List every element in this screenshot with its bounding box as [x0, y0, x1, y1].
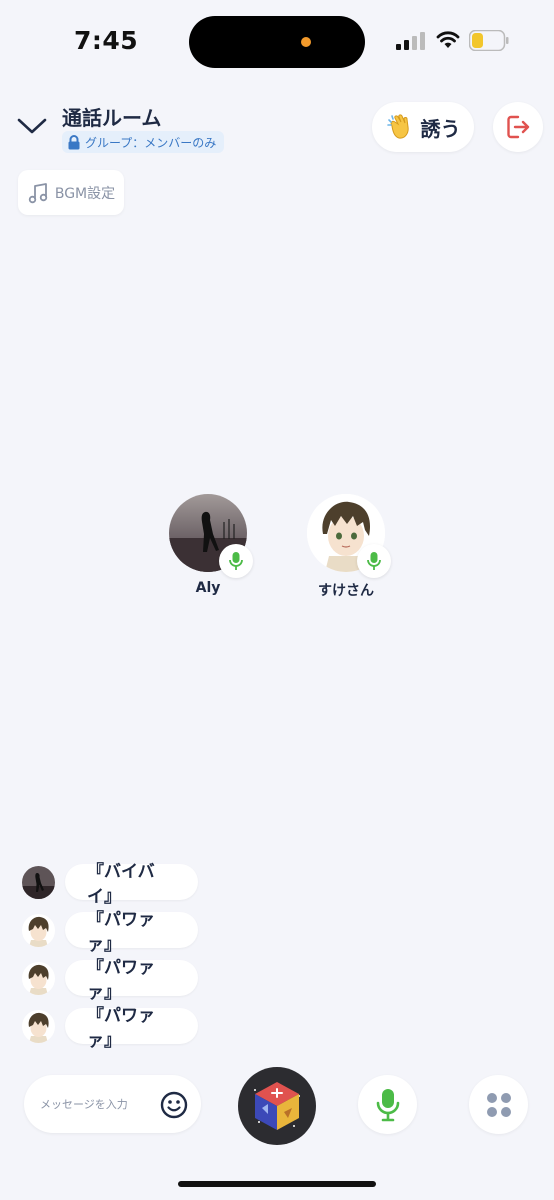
invite-button[interactable]: 誘う [372, 102, 474, 152]
room-privacy-label: グループ：メンバーのみ [85, 135, 217, 150]
avatar [22, 913, 55, 947]
menu-grid-icon [486, 1092, 511, 1117]
participant-aly[interactable]: Aly [163, 494, 253, 596]
reaction-item: 『パワァァ』 [22, 910, 198, 955]
reaction-bubble: 『パワァァ』 [65, 1006, 198, 1051]
room-privacy-badge: グループ：メンバーのみ [62, 131, 225, 153]
invite-label: 誘う [420, 116, 461, 141]
mic-icon [229, 552, 243, 570]
wifi-icon [436, 31, 460, 48]
cellular-signal-icon [396, 32, 425, 50]
back-button[interactable] [14, 108, 50, 144]
reaction-bubble: 『パワァァ』 [65, 958, 198, 1003]
menu-button[interactable] [469, 1075, 528, 1134]
mic-toggle-button[interactable] [358, 1075, 417, 1134]
chevron-down-icon [17, 118, 47, 134]
reaction-item: 『パワァァ』 [22, 958, 198, 1003]
bgm-settings-label: BGM設定 [54, 185, 116, 202]
reaction-item: 『バイバイ』 [22, 862, 198, 907]
avatar [22, 1009, 55, 1043]
bgm-settings-button[interactable]: BGM設定 [18, 170, 124, 215]
mic-icon [376, 1088, 399, 1121]
avatar [22, 865, 55, 899]
leave-room-button[interactable] [493, 102, 543, 152]
dynamic-island [189, 16, 365, 68]
clap-icon [386, 114, 409, 139]
emoji-icon [160, 1091, 188, 1119]
game-button[interactable] [238, 1067, 316, 1145]
reaction-bubble: 『バイバイ』 [65, 862, 198, 907]
participant-suke[interactable]: すけさん [301, 494, 391, 600]
leave-icon [507, 115, 530, 139]
music-note-icon [28, 182, 48, 203]
privacy-indicator-dot [301, 37, 311, 47]
mic-status-badge [219, 544, 253, 578]
participant-name: すけさん [318, 583, 374, 599]
room-title: 通話ルーム [62, 106, 162, 130]
status-time: 7:45 [74, 26, 139, 55]
mic-icon [367, 552, 381, 570]
home-indicator[interactable] [178, 1181, 376, 1187]
mic-status-badge [357, 544, 391, 578]
game-cube-icon [254, 1082, 300, 1130]
message-input-placeholder: メッセージを入力 [40, 1098, 128, 1111]
reaction-bubble: 『パワァァ』 [65, 910, 198, 955]
reaction-item: 『パワァァ』 [22, 1006, 198, 1051]
participant-name: Aly [195, 580, 221, 596]
status-bar: 7:45 [0, 0, 554, 80]
battery-icon [469, 30, 509, 51]
emoji-button[interactable] [159, 1090, 189, 1120]
avatar [22, 961, 55, 995]
lock-icon [68, 134, 80, 149]
